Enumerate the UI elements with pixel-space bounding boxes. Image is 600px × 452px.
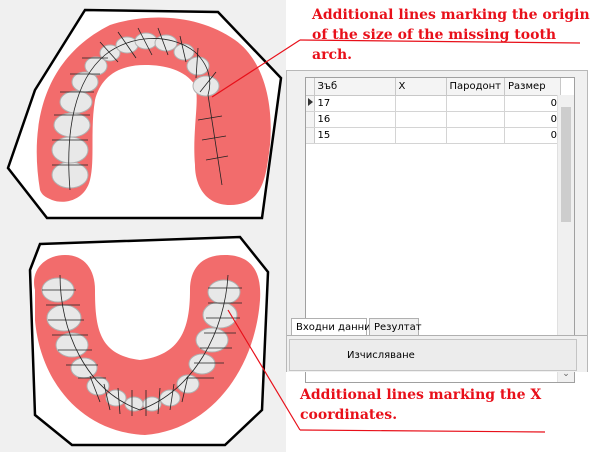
row-header[interactable] — [306, 127, 315, 144]
table-row[interactable]: 17 0 — [306, 95, 562, 112]
calculate-button[interactable]: Изчисляване — [289, 339, 577, 371]
cell-parodont[interactable] — [446, 95, 506, 112]
cell-tooth[interactable]: 17 — [314, 95, 396, 112]
cell-size[interactable]: 0 — [504, 111, 562, 128]
row-header[interactable] — [306, 95, 315, 112]
tab-result[interactable]: Резултат — [369, 318, 422, 336]
cell-tooth[interactable]: 16 — [314, 111, 396, 128]
app-window: Зъб X Пародонт Размер 17 0 16 0 15 0 ⌄ В… — [286, 70, 588, 383]
cell-tooth[interactable]: 15 — [314, 127, 396, 144]
row-header-corner — [306, 78, 315, 96]
triangle-right-icon — [308, 97, 313, 106]
cell-size[interactable]: 0 — [504, 127, 562, 144]
cell-parodont[interactable] — [446, 127, 506, 144]
tab-panel: Изчисляване — [287, 335, 587, 372]
column-header-size[interactable]: Размер — [504, 78, 562, 96]
annotation-x-coordinates: Additional lines marking the X coordinat… — [300, 387, 542, 423]
cell-x[interactable] — [395, 111, 447, 128]
column-header-x[interactable]: X — [395, 78, 447, 96]
cell-x[interactable] — [395, 127, 447, 144]
scrollbar-thumb[interactable] — [561, 107, 571, 222]
cell-x[interactable] — [395, 95, 447, 112]
cell-parodont[interactable] — [446, 111, 506, 128]
row-header[interactable] — [306, 111, 315, 128]
cell-size[interactable]: 0 — [504, 95, 562, 112]
column-header-parodont[interactable]: Пародонт — [446, 78, 506, 96]
grid-header-row: Зъб X Пародонт Размер — [306, 78, 562, 96]
table-row[interactable]: 16 0 — [306, 111, 562, 128]
column-header-tooth[interactable]: Зъб — [314, 78, 396, 96]
jaw-diagram-panel — [0, 0, 286, 452]
table-row[interactable]: 15 0 — [306, 127, 562, 144]
annotation-origin-lines: Additional lines marking the origin of t… — [312, 7, 590, 63]
